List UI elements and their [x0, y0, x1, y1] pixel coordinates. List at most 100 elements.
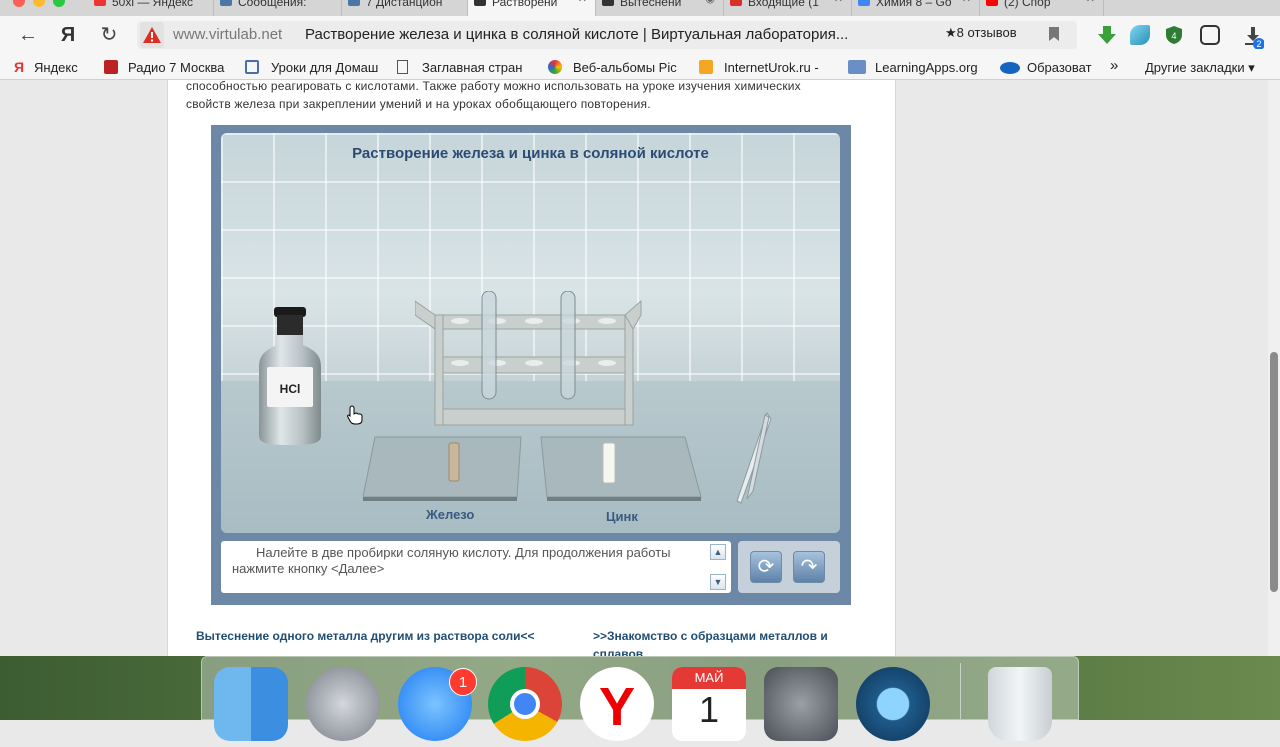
- tab-displacement[interactable]: Вытеснени ◉: [596, 0, 724, 16]
- learningapps-icon: [848, 60, 866, 74]
- scrollbar-thumb[interactable]: [1270, 352, 1278, 592]
- trash-icon[interactable]: [988, 667, 1052, 741]
- zoom-window-button[interactable]: [53, 0, 65, 7]
- tab-chemistry[interactable]: Химия 8 – Go ✕: [852, 0, 980, 16]
- test-tube-rack[interactable]: [415, 291, 647, 431]
- next-step-button[interactable]: ↷: [793, 551, 825, 583]
- download-extension-icon[interactable]: [1097, 25, 1117, 45]
- picasa-icon: [548, 60, 562, 74]
- bookmark-yandex[interactable]: Я Яндекс: [14, 60, 78, 75]
- lab-title: Растворение железа и цинка в соляной кис…: [352, 145, 709, 162]
- toolbar: ← Я ↻ www.virtulab.net Растворение желез…: [0, 16, 1280, 54]
- close-tab-icon[interactable]: ✕: [834, 0, 843, 5]
- play-icon: [699, 60, 713, 74]
- bookmark-education[interactable]: Образоват: [1000, 60, 1096, 75]
- omnibox[interactable]: www.virtulab.net Растворение железа и ци…: [137, 21, 1077, 49]
- calendar-icon[interactable]: МАЙ 1: [672, 667, 746, 741]
- restart-button[interactable]: ⟳: [750, 551, 782, 583]
- intel-icon: [1000, 62, 1020, 74]
- bookmark-label: Радио 7 Москва: [128, 60, 225, 75]
- zinc-plate[interactable]: [539, 435, 703, 507]
- prev-lab-link[interactable]: Вытеснение одного металла другим из раст…: [196, 627, 536, 645]
- calendar-day: 1: [698, 689, 720, 730]
- tab-label: (2) Спор: [1004, 0, 1051, 9]
- bookmark-mainpage[interactable]: Заглавная стран: [397, 60, 530, 75]
- close-tab-icon[interactable]: ✕: [962, 0, 971, 5]
- yandex-button[interactable]: Я: [55, 24, 81, 46]
- bookmark-icon[interactable]: [1049, 27, 1059, 41]
- close-tab-icon[interactable]: ✕: [1086, 0, 1095, 5]
- zinc-label: Цинк: [606, 509, 638, 524]
- bookmark-radio7[interactable]: Радио 7 Москва: [104, 60, 224, 75]
- scroll-down-button[interactable]: ▼: [710, 574, 726, 590]
- quicktime-icon[interactable]: [856, 667, 930, 741]
- tab-distance[interactable]: 7 Дистанцион: [342, 0, 468, 16]
- restart-icon: ⟳: [757, 556, 775, 578]
- finder-icon[interactable]: [214, 667, 288, 741]
- bookmark-label: Яндекс: [34, 60, 78, 75]
- chrome-icon[interactable]: [488, 667, 562, 741]
- warning-icon[interactable]: [140, 22, 164, 48]
- other-bookmarks-folder[interactable]: Другие закладки ▾: [1145, 60, 1255, 76]
- bookmark-label: Другие закладки: [1145, 60, 1245, 75]
- test-tube-left[interactable]: [481, 291, 497, 400]
- iron-plate[interactable]: [363, 435, 523, 507]
- intro-line: способностью реагировать с кислотами. Та…: [186, 80, 801, 93]
- yandex-icon: [94, 0, 106, 6]
- bookmark-lessons[interactable]: Уроки для Домаш: [245, 60, 381, 75]
- system-preferences-icon[interactable]: [764, 667, 838, 741]
- url-page-title: Растворение железа и цинка в соляной кис…: [305, 26, 849, 43]
- tweezers[interactable]: [731, 411, 775, 507]
- page-scrollbar[interactable]: [1268, 80, 1280, 656]
- bookmark-internet-urok[interactable]: InternetUrok.ru -: [699, 60, 831, 75]
- next-lab-link[interactable]: >>Знакомство с образцами металлов и спла…: [593, 627, 873, 656]
- bookmark-learningapps[interactable]: LearningApps.org: [848, 60, 984, 75]
- hand-cursor-icon: [347, 405, 363, 425]
- tab-inbox[interactable]: Входящие (1 ✕: [724, 0, 852, 16]
- back-button[interactable]: ←: [15, 24, 41, 46]
- tab-label: Растворени: [492, 0, 558, 9]
- tab-label: Сообщения:: [238, 0, 307, 9]
- vk-icon: [220, 0, 232, 6]
- tab-youtube[interactable]: (2) Спор ✕: [980, 0, 1104, 16]
- lab-scene[interactable]: Растворение железа и цинка в соляной кис…: [221, 133, 840, 533]
- tab-messages[interactable]: Сообщения:: [214, 0, 342, 16]
- page-icon: [397, 60, 408, 74]
- desktop-background: 1 Y МАЙ 1: [0, 656, 1280, 741]
- dock: 1 Y МАЙ 1: [201, 656, 1079, 741]
- iron-sample[interactable]: [448, 442, 460, 482]
- shield-extension-icon[interactable]: 4: [1164, 25, 1184, 45]
- bookmark-picasa[interactable]: Веб-альбомы Pic: [548, 60, 681, 75]
- translate-extension-icon[interactable]: [1200, 25, 1220, 45]
- iron-label: Железо: [426, 507, 475, 522]
- bookmark-label: InternetUrok.ru -: [724, 60, 819, 75]
- close-window-button[interactable]: [13, 0, 25, 7]
- launchpad-icon[interactable]: [306, 667, 380, 741]
- tab-dissolution[interactable]: Растворени ✕: [468, 0, 596, 16]
- hcl-bottle[interactable]: HCl: [257, 307, 323, 447]
- intro-line: свойств железа при закреплении умений и …: [186, 97, 651, 111]
- tab-bar: 50хі — Яндекс Сообщения: 7 Дистанцион Ра…: [0, 0, 1280, 16]
- intro-text: способностью реагировать с кислотами. Та…: [186, 80, 878, 113]
- zinc-sample[interactable]: [602, 442, 616, 484]
- google-icon: [858, 0, 870, 6]
- youtube-icon: [986, 0, 998, 6]
- downloads-icon[interactable]: 2: [1242, 25, 1265, 50]
- tab-yandex[interactable]: 50хі — Яндекс: [88, 0, 214, 16]
- calendar-month: МАЙ: [672, 667, 746, 689]
- instruction-text: Налейте в две пробирки соляную кислоту. …: [232, 545, 671, 576]
- reload-button[interactable]: ↻: [96, 24, 122, 46]
- next-arrow-icon: ↷: [800, 556, 818, 578]
- more-bookmarks-button[interactable]: »: [1110, 57, 1118, 74]
- leaf-extension-icon[interactable]: [1130, 25, 1150, 45]
- test-tube-right[interactable]: [560, 291, 576, 400]
- close-tab-icon[interactable]: ✕: [578, 0, 587, 5]
- yandex-browser-icon[interactable]: Y: [580, 667, 654, 741]
- bookmark-label: LearningApps.org: [875, 60, 978, 75]
- scroll-up-button[interactable]: ▲: [710, 544, 726, 560]
- instruction-panel: Налейте в две пробирки соляную кислоту. …: [221, 541, 731, 593]
- tab-label: 50хі — Яндекс: [112, 0, 194, 9]
- minimize-window-button[interactable]: [33, 0, 45, 7]
- reviews-button[interactable]: ★8 отзывов: [937, 22, 1033, 44]
- audio-icon: ◉: [705, 0, 715, 5]
